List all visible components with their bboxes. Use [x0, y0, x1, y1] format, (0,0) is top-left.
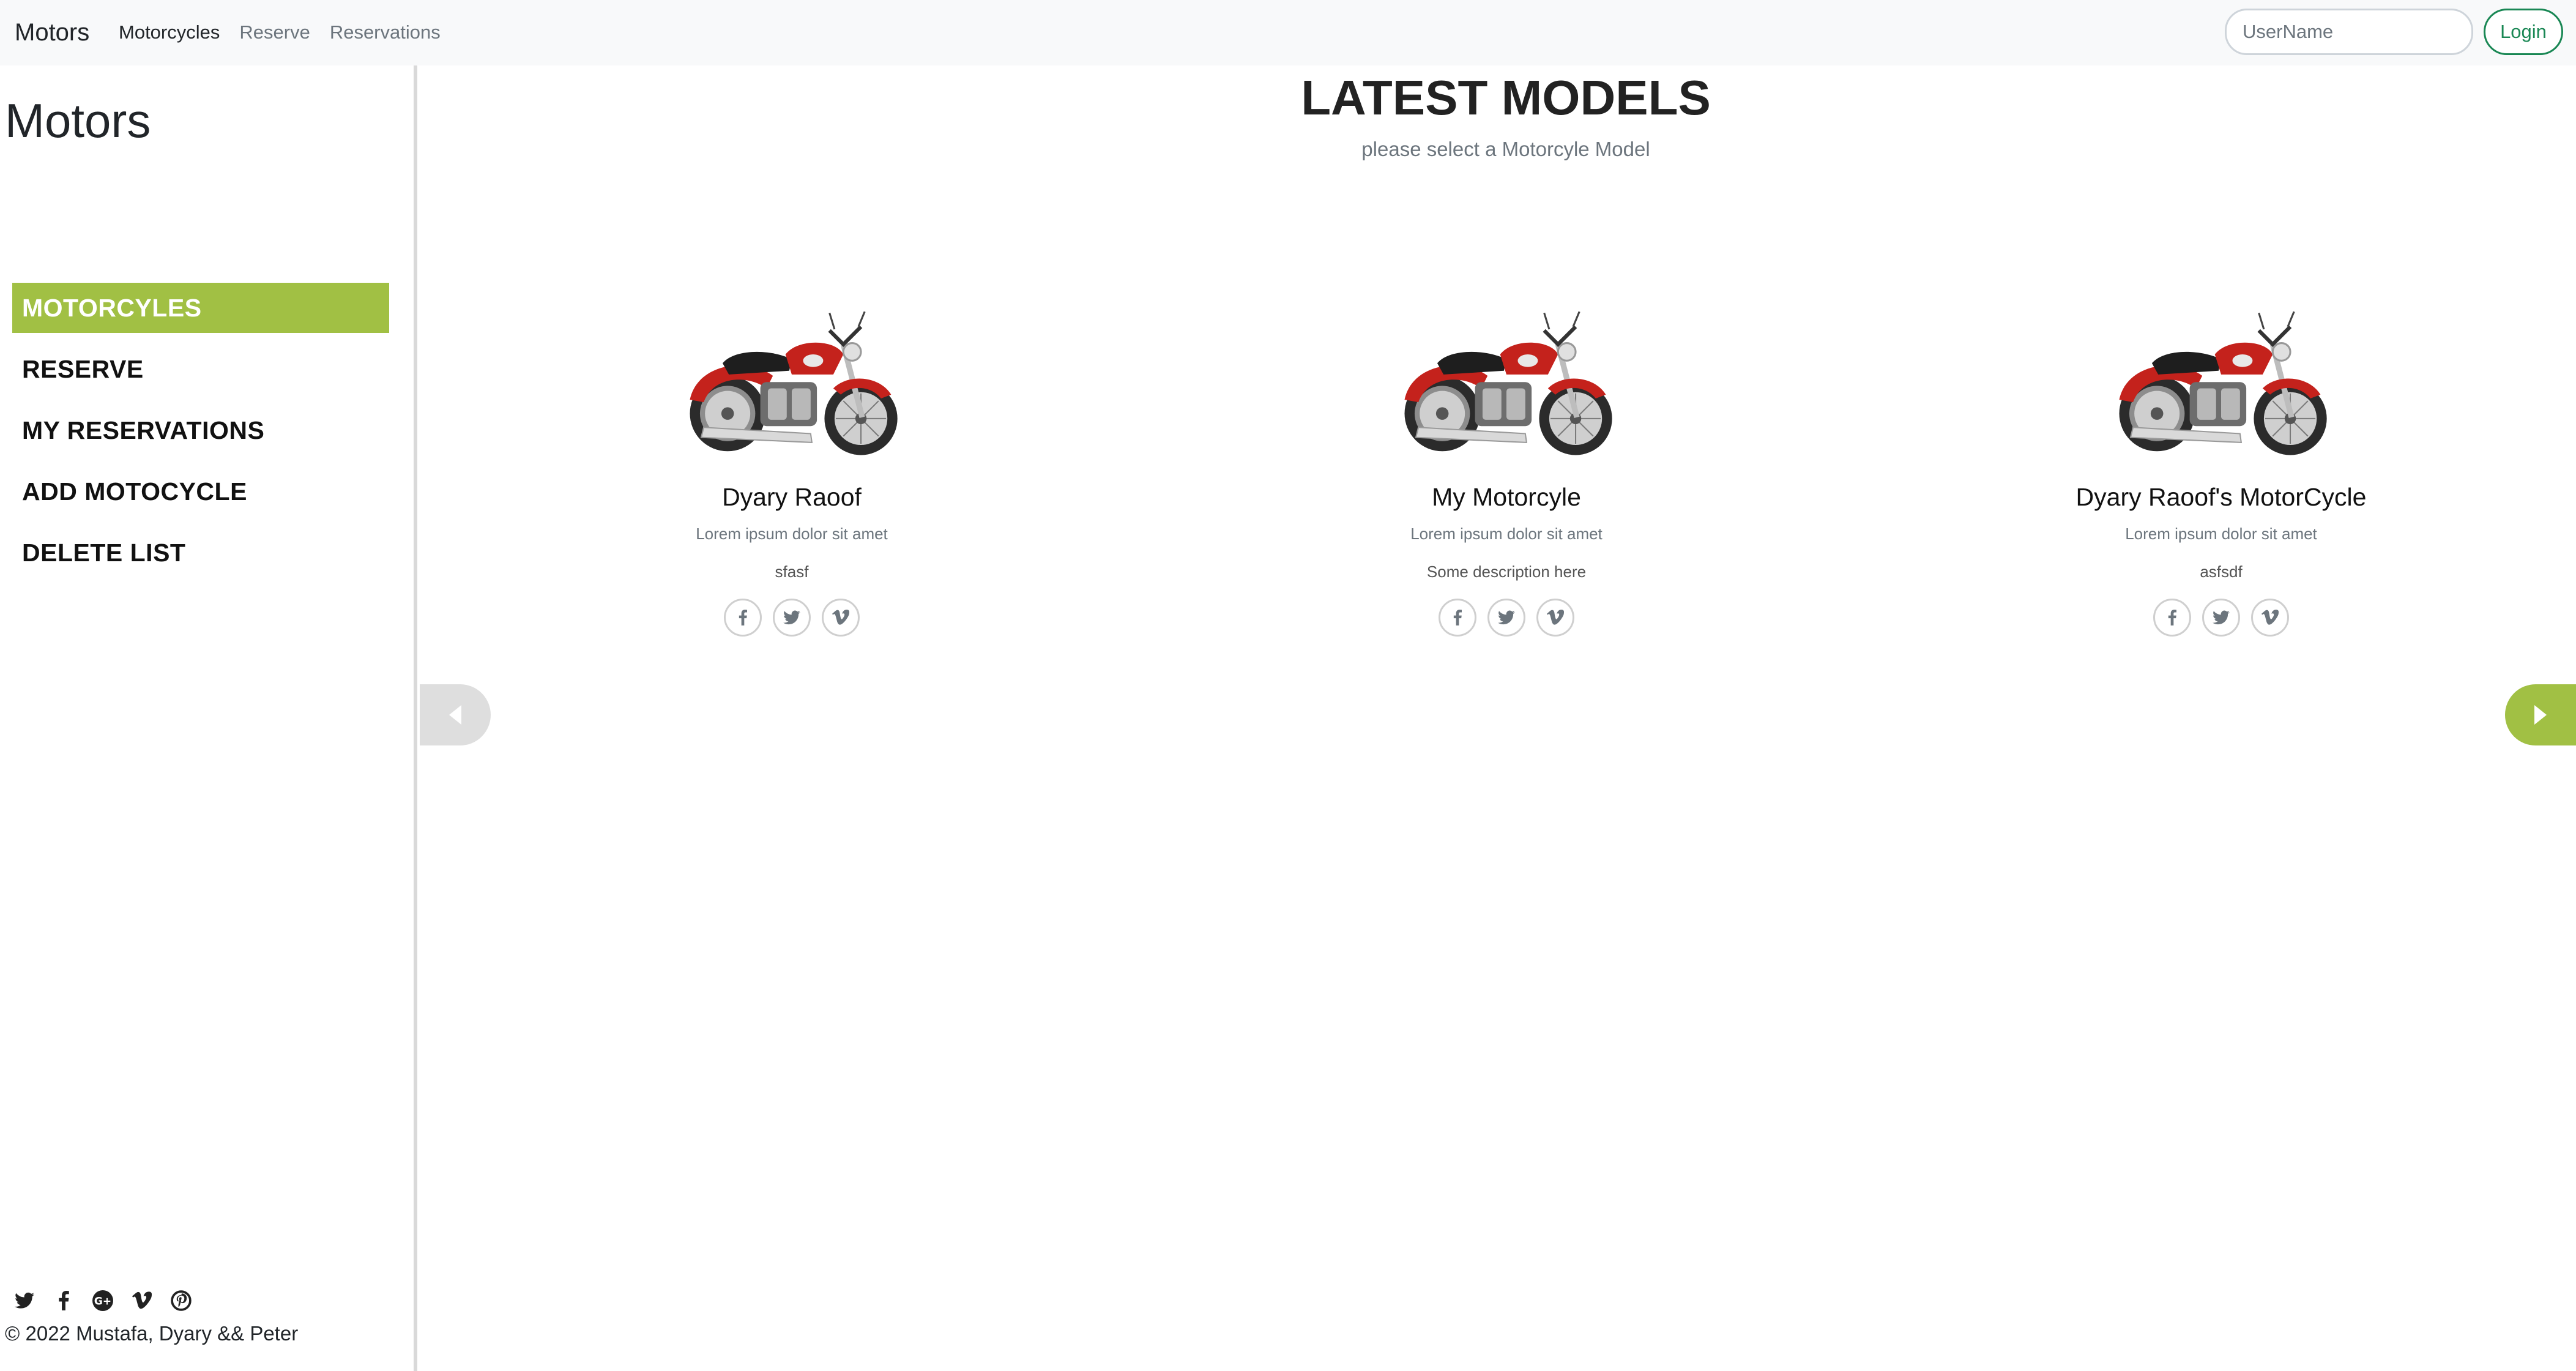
nav-link-reservations[interactable]: Reservations [330, 18, 441, 47]
twitter-icon[interactable] [13, 1290, 35, 1312]
carousel-prev-button[interactable] [420, 684, 491, 745]
twitter-icon[interactable] [1487, 599, 1525, 637]
model-card[interactable]: Dyary Raoof's MotorCycle Lorem ipsum dol… [1946, 294, 2496, 637]
card-description: Some description here [1426, 562, 1587, 581]
card-social-icons [516, 599, 1067, 637]
card-title: Dyary Raoof [722, 483, 862, 511]
vimeo-icon[interactable] [2251, 599, 2289, 637]
sidebar-social-icons: G+ [13, 1290, 192, 1312]
login-button[interactable]: Login [2484, 9, 2563, 55]
sidebar-menu: MOTORCYLES RESERVE MY RESERVATIONS ADD M… [12, 283, 389, 589]
caret-left-icon [449, 705, 461, 725]
pinterest-icon[interactable] [170, 1290, 192, 1312]
facebook-icon[interactable] [53, 1290, 75, 1312]
page-subtitle: please select a Motorcyle Model [1361, 138, 1650, 160]
svg-text:G+: G+ [94, 1295, 111, 1307]
top-navbar: Motors Motorcycles Reserve Reservations … [0, 0, 2576, 65]
card-description: asfsdf [2200, 562, 2243, 581]
twitter-icon[interactable] [773, 599, 811, 637]
vimeo-icon[interactable] [822, 599, 860, 637]
carousel-next-button[interactable] [2505, 684, 2576, 745]
card-subtitle: Lorem ipsum dolor sit amet [696, 525, 888, 543]
card-social-icons [1231, 599, 1782, 637]
card-title: Dyary Raoof's MotorCycle [2075, 483, 2367, 511]
vimeo-icon[interactable] [131, 1290, 153, 1312]
card-subtitle: Lorem ipsum dolor sit amet [1410, 525, 1603, 543]
model-card[interactable]: My Motorcyle Lorem ipsum dolor sit amet … [1231, 294, 1782, 637]
navbar-links: Motorcycles Reserve Reservations [119, 18, 460, 47]
nav-link-reserve[interactable]: Reserve [239, 18, 310, 47]
facebook-icon[interactable] [724, 599, 762, 637]
sidebar: Motors MOTORCYLES RESERVE MY RESERVATION… [0, 65, 417, 1371]
google-plus-icon[interactable]: G+ [92, 1290, 114, 1312]
card-subtitle: Lorem ipsum dolor sit amet [2125, 525, 2317, 543]
motorcycle-image[interactable] [2108, 294, 2334, 459]
model-card[interactable]: Dyary Raoof Lorem ipsum dolor sit amet s… [516, 294, 1067, 637]
facebook-icon[interactable] [2153, 599, 2191, 637]
card-description: sfasf [775, 562, 809, 581]
sidebar-item-add-motocycle[interactable]: ADD MOTOCYCLE [12, 466, 389, 517]
sidebar-item-motorcyles[interactable]: MOTORCYLES [12, 283, 389, 333]
username-input[interactable] [2225, 9, 2473, 55]
sidebar-item-my-reservations[interactable]: MY RESERVATIONS [12, 405, 389, 455]
sidebar-item-reserve[interactable]: RESERVE [12, 344, 389, 394]
twitter-icon[interactable] [2202, 599, 2240, 637]
navbar-brand[interactable]: Motors [15, 15, 89, 50]
motorcycle-image[interactable] [679, 294, 905, 459]
page-title: LATEST MODELS [1301, 70, 1711, 125]
card-title: My Motorcyle [1432, 483, 1581, 511]
sidebar-title: Motors [5, 94, 151, 148]
caret-right-icon [2534, 705, 2547, 725]
card-social-icons [1946, 599, 2496, 637]
sidebar-item-delete-list[interactable]: DELETE LIST [12, 528, 389, 578]
copyright-text: © 2022 Mustafa, Dyary && Peter [5, 1322, 299, 1345]
vimeo-icon[interactable] [1536, 599, 1574, 637]
facebook-icon[interactable] [1439, 599, 1476, 637]
motorcycle-image[interactable] [1393, 294, 1620, 459]
nav-link-motorcycles[interactable]: Motorcycles [119, 18, 220, 47]
